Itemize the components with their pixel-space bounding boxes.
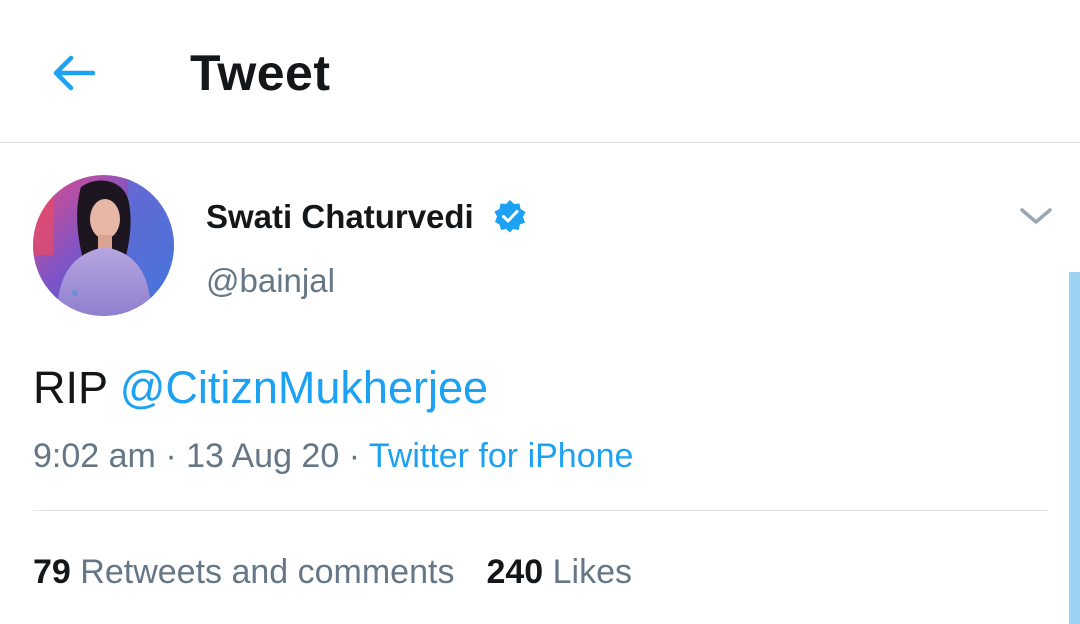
avatar-image	[33, 175, 174, 316]
top-bar: Tweet	[0, 0, 1080, 143]
tweet-detail-screen: Tweet Swati Chaturvedi @bainjal RIP @Cit…	[0, 0, 1080, 624]
tweet-meta: 9:02 am · 13 Aug 20 · Twitter for iPhone	[33, 434, 633, 478]
chevron-down-icon	[1020, 208, 1052, 224]
retweets-label: Retweets and comments	[80, 553, 455, 591]
meta-separator: ·	[165, 437, 177, 475]
tweet-options-button[interactable]	[1014, 198, 1058, 234]
arrow-left-icon	[53, 55, 96, 91]
likes-stat[interactable]: 240 Likes	[486, 553, 632, 591]
tweet-text: RIP @CitiznMukherjee	[33, 360, 488, 416]
verified-badge-icon	[494, 200, 526, 233]
retweets-count: 79	[33, 553, 71, 591]
mention-link[interactable]: @CitiznMukherjee	[120, 362, 488, 413]
tweet-text-prefix: RIP	[33, 362, 108, 413]
tweet-date: 13 Aug 20	[186, 437, 340, 475]
tweet-time: 9:02 am	[33, 437, 156, 475]
avatar[interactable]	[33, 175, 174, 316]
author-handle[interactable]: @bainjal	[206, 260, 335, 302]
tweet-source-link[interactable]: Twitter for iPhone	[369, 437, 634, 475]
divider	[33, 510, 1048, 511]
back-button[interactable]	[44, 44, 104, 102]
page-title: Tweet	[190, 45, 331, 101]
likes-count: 240	[486, 553, 544, 591]
tweet-stats: 79 Retweets and comments 240 Likes	[33, 550, 632, 594]
meta-separator: ·	[348, 437, 361, 475]
likes-label: Likes	[552, 553, 633, 591]
author-name[interactable]: Swati Chaturvedi	[206, 196, 474, 238]
scrollbar[interactable]	[1069, 272, 1080, 624]
retweets-stat[interactable]: 79 Retweets and comments	[33, 553, 454, 591]
